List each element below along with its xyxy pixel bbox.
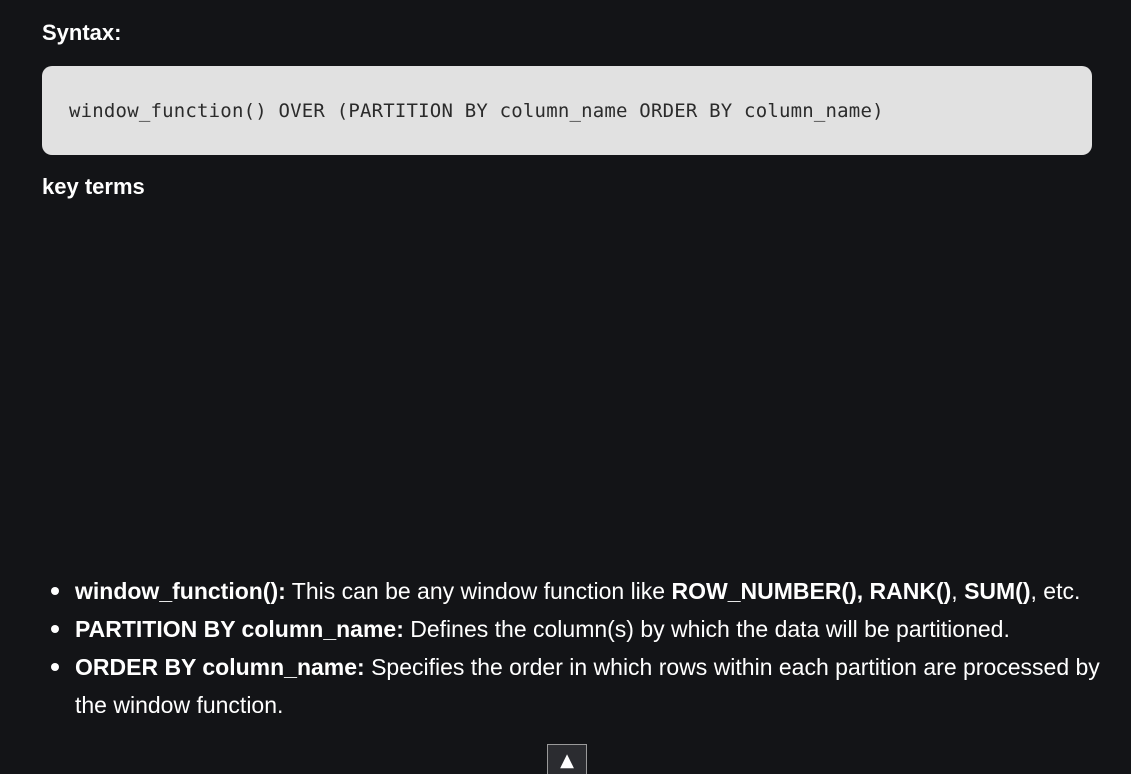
code-block: window_function() OVER (PARTITION BY col… <box>42 66 1092 155</box>
bullet-icon <box>51 663 59 671</box>
scroll-to-top-button[interactable]: ▲ <box>547 744 587 774</box>
term-description: Defines the column(s) by which the data … <box>403 616 1010 642</box>
list-item: window_function(): This can be any windo… <box>42 572 1102 610</box>
key-terms-list: window_function(): This can be any windo… <box>42 572 1102 724</box>
syntax-code: window_function() OVER (PARTITION BY col… <box>69 99 884 122</box>
term-emphasis: SUM() <box>964 578 1031 604</box>
term-emphasis: ROW_NUMBER(), RANK() <box>671 578 952 604</box>
term-description: This can be any window function like <box>285 578 672 604</box>
list-item: ORDER BY column_name: Specifies the orde… <box>42 648 1102 724</box>
term-description: , <box>951 578 965 604</box>
up-arrow-icon: ▲ <box>560 749 574 771</box>
bullet-icon <box>51 587 59 595</box>
list-item: PARTITION BY column_name: Defines the co… <box>42 610 1102 648</box>
key-terms-heading: key terms <box>42 174 145 199</box>
term-description: , etc. <box>1030 578 1081 604</box>
term-label: window_function(): <box>75 578 286 604</box>
syntax-heading: Syntax: <box>42 20 122 45</box>
term-label: ORDER BY column_name: <box>75 654 365 680</box>
term-label: PARTITION BY column_name: <box>75 616 404 642</box>
bullet-icon <box>51 625 59 633</box>
